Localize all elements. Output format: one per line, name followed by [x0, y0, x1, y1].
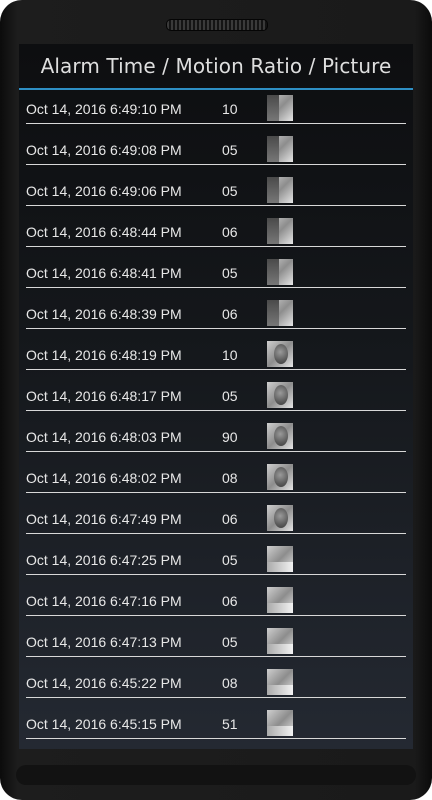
alarm-picture-thumbnail[interactable]: [267, 259, 293, 285]
alarm-time: Oct 14, 2016 6:47:49 PM: [26, 511, 182, 527]
alarm-picture-thumbnail[interactable]: [267, 177, 293, 203]
alarm-row[interactable]: Oct 14, 2016 6:49:06 PM 05: [19, 172, 413, 213]
alarm-time: Oct 14, 2016 6:48:02 PM: [26, 470, 182, 486]
motion-ratio: 05: [222, 142, 238, 158]
motion-ratio: 06: [222, 224, 238, 240]
alarm-row[interactable]: Oct 14, 2016 6:48:39 PM 06: [19, 295, 413, 336]
motion-ratio: 08: [222, 675, 238, 691]
motion-ratio: 05: [222, 552, 238, 568]
motion-ratio: 05: [222, 388, 238, 404]
alarm-row[interactable]: Oct 14, 2016 6:49:10 PM 10: [19, 90, 413, 131]
alarm-picture-thumbnail[interactable]: [267, 546, 293, 572]
alarm-row[interactable]: Oct 14, 2016 6:47:13 PM 05: [19, 623, 413, 664]
alarm-time: Oct 14, 2016 6:45:15 PM: [26, 716, 182, 732]
motion-ratio: 05: [222, 634, 238, 650]
alarm-picture-thumbnail[interactable]: [267, 669, 293, 695]
alarm-time: Oct 14, 2016 6:49:06 PM: [26, 183, 182, 199]
alarm-picture-thumbnail[interactable]: [267, 382, 293, 408]
alarm-row[interactable]: Oct 14, 2016 6:48:03 PM 90: [19, 418, 413, 459]
motion-ratio: 10: [222, 101, 238, 117]
alarm-row[interactable]: Oct 14, 2016 6:47:49 PM 06: [19, 500, 413, 541]
motion-ratio: 06: [222, 306, 238, 322]
alarm-picture-thumbnail[interactable]: [267, 505, 293, 531]
alarm-time: Oct 14, 2016 6:48:44 PM: [26, 224, 182, 240]
motion-ratio: 06: [222, 511, 238, 527]
alarm-time: Oct 14, 2016 6:47:16 PM: [26, 593, 182, 609]
alarm-picture-thumbnail[interactable]: [267, 628, 293, 654]
alarm-time: Oct 14, 2016 6:48:17 PM: [26, 388, 182, 404]
motion-ratio: 90: [222, 429, 238, 445]
alarm-picture-thumbnail[interactable]: [267, 464, 293, 490]
motion-ratio: 05: [222, 183, 238, 199]
alarm-time: Oct 14, 2016 6:48:41 PM: [26, 265, 182, 281]
alarm-time: Oct 14, 2016 6:47:25 PM: [26, 552, 182, 568]
motion-ratio: 10: [222, 347, 238, 363]
alarm-time: Oct 14, 2016 6:48:39 PM: [26, 306, 182, 322]
alarm-picture-thumbnail[interactable]: [267, 218, 293, 244]
app-screen: Alarm Time / Motion Ratio / Picture Oct …: [19, 44, 413, 749]
alarm-picture-thumbnail[interactable]: [267, 300, 293, 326]
motion-ratio: 06: [222, 593, 238, 609]
alarm-picture-thumbnail[interactable]: [267, 95, 293, 121]
alarm-row[interactable]: Oct 14, 2016 6:47:16 PM 06: [19, 582, 413, 623]
alarm-row[interactable]: Oct 14, 2016 6:49:08 PM 05: [19, 131, 413, 172]
alarm-row[interactable]: Oct 14, 2016 6:48:19 PM 10: [19, 336, 413, 377]
motion-ratio: 08: [222, 470, 238, 486]
bottom-bezel: [16, 765, 416, 785]
alarm-row[interactable]: Oct 14, 2016 6:48:41 PM 05: [19, 254, 413, 295]
list-header: Alarm Time / Motion Ratio / Picture: [19, 44, 413, 90]
alarm-picture-thumbnail[interactable]: [267, 341, 293, 367]
alarm-time: Oct 14, 2016 6:45:22 PM: [26, 675, 182, 691]
speaker-grille: [166, 19, 268, 31]
alarm-time: Oct 14, 2016 6:48:19 PM: [26, 347, 182, 363]
alarm-time: Oct 14, 2016 6:49:10 PM: [26, 101, 182, 117]
motion-ratio: 51: [222, 716, 238, 732]
alarm-row[interactable]: Oct 14, 2016 6:48:17 PM 05: [19, 377, 413, 418]
motion-ratio: 05: [222, 265, 238, 281]
alarm-picture-thumbnail[interactable]: [267, 587, 293, 613]
alarm-time: Oct 14, 2016 6:47:13 PM: [26, 634, 182, 650]
alarm-row[interactable]: Oct 14, 2016 6:45:15 PM 51: [19, 705, 413, 746]
alarm-row[interactable]: Oct 14, 2016 6:45:22 PM 08: [19, 664, 413, 705]
alarm-row[interactable]: Oct 14, 2016 6:47:25 PM 05: [19, 541, 413, 582]
alarm-picture-thumbnail[interactable]: [267, 423, 293, 449]
alarm-time: Oct 14, 2016 6:49:08 PM: [26, 142, 182, 158]
alarm-picture-thumbnail[interactable]: [267, 136, 293, 162]
alarm-picture-thumbnail[interactable]: [267, 710, 293, 736]
phone-frame: Alarm Time / Motion Ratio / Picture Oct …: [0, 0, 432, 800]
alarm-row[interactable]: Oct 14, 2016 6:48:44 PM 06: [19, 213, 413, 254]
alarm-row[interactable]: Oct 14, 2016 6:48:02 PM 08: [19, 459, 413, 500]
alarm-time: Oct 14, 2016 6:48:03 PM: [26, 429, 182, 445]
alarm-list[interactable]: Oct 14, 2016 6:49:10 PM 10 Oct 14, 2016 6:…: [19, 90, 413, 746]
